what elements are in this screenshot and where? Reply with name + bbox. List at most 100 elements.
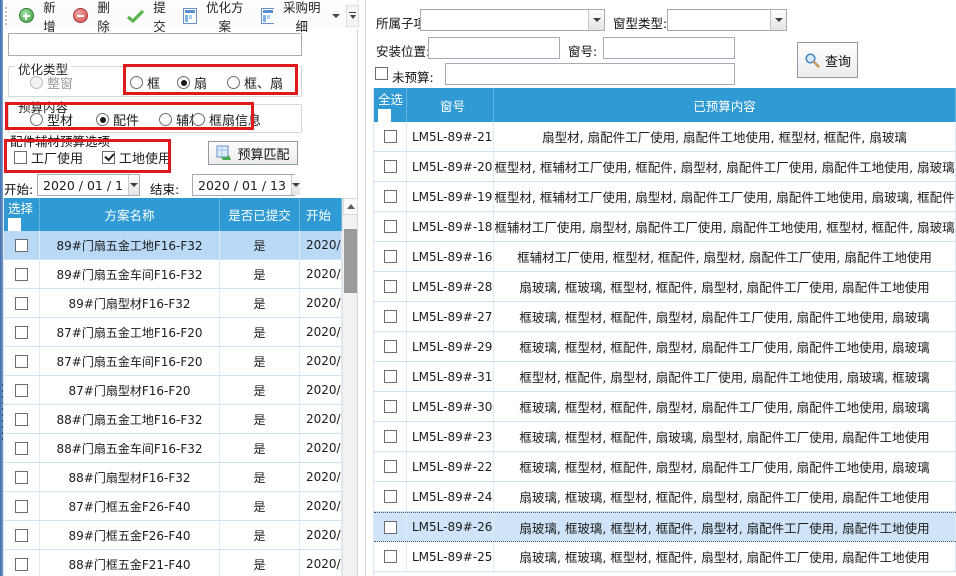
- window-table-row[interactable]: LM5L-89#-21F19 扇型材, 扇配件工厂使用, 扇配件工地使用, 框型…: [374, 122, 956, 152]
- window-no-column-header[interactable]: 窗号: [407, 88, 494, 122]
- start-column-header[interactable]: 开始: [300, 198, 342, 231]
- row-checkbox[interactable]: [15, 529, 28, 542]
- plan-table-row[interactable]: 87#门扇五金工地F16-F20 是 2020/0: [4, 318, 342, 347]
- end-date-dropdown-button[interactable]: [291, 175, 300, 195]
- delete-button[interactable]: 删除: [67, 0, 121, 38]
- not-budgeted-checkbox[interactable]: [375, 67, 388, 80]
- optimize-plan-button[interactable]: 优化方案: [177, 0, 254, 38]
- add-button[interactable]: 新增: [13, 0, 67, 38]
- plan-table-row[interactable]: 87#门扇五金车间F16-F20 是 2020/0: [4, 347, 342, 376]
- window-type-combobox[interactable]: [667, 9, 787, 31]
- plan-table-row[interactable]: 88#门扇五金工地F16-F32 是 2020/0: [4, 405, 342, 434]
- plan-table-row[interactable]: 87#门框五金F26-F40 是 2020/0: [4, 492, 342, 521]
- plan-name-cell: 88#门扇五金工地F16-F32: [40, 405, 220, 433]
- window-table-row[interactable]: LM5L-89#-23F21 框玻璃, 框型材, 框配件, 扇玻璃, 扇型材, …: [374, 422, 956, 452]
- row-checkbox[interactable]: [384, 370, 397, 383]
- row-checkbox[interactable]: [384, 250, 397, 263]
- start-date-dropdown-button[interactable]: [128, 175, 139, 195]
- window-table-row[interactable]: LM5L-89#-27F25 框玻璃, 框型材, 框配件, 扇型材, 扇配件工厂…: [374, 302, 956, 332]
- row-checkbox[interactable]: [384, 550, 397, 563]
- row-checkbox[interactable]: [15, 326, 28, 339]
- budgeted-content-cell: 框型材, 框辅材工厂使用, 框配件, 扇型材, 扇配件工厂使用, 扇配件工地使用…: [494, 152, 956, 181]
- checkbox-factory-use[interactable]: 工厂使用: [14, 148, 83, 167]
- radio-frame-sash-info[interactable]: 框扇信息: [192, 110, 261, 129]
- plan-table-row[interactable]: 88#门框五金F21-F40 是 2020/0: [4, 550, 342, 576]
- plan-table-row[interactable]: 89#门扇五金工地F16-F32 是 2020/0: [4, 231, 342, 260]
- row-checkbox[interactable]: [384, 400, 397, 413]
- window-table-row[interactable]: LM5L-89#-28F26 扇玻璃, 框玻璃, 框型材, 框配件, 扇型材, …: [374, 272, 956, 302]
- purchase-detail-button[interactable]: 采购明细: [255, 0, 347, 38]
- select-all-checkbox[interactable]: [378, 109, 391, 122]
- start-date-label: 开始:: [4, 179, 33, 198]
- row-checkbox[interactable]: [15, 268, 28, 281]
- start-date-picker[interactable]: 2020 / 01 / 1: [37, 174, 140, 196]
- submitted-column-header[interactable]: 是否已提交: [220, 198, 300, 231]
- install-position-input[interactable]: [428, 37, 560, 59]
- plan-table-row[interactable]: 89#门扇五金车间F16-F32 是 2020/0: [4, 260, 342, 289]
- row-checkbox[interactable]: [15, 558, 28, 571]
- radio-whole-window[interactable]: 整窗: [30, 73, 73, 92]
- submit-button[interactable]: 提交: [121, 0, 177, 38]
- plan-table-row[interactable]: 88#门扇五金车间F16-F32 是 2020/0: [4, 434, 342, 463]
- row-checkbox[interactable]: [384, 430, 397, 443]
- window-table-row[interactable]: LM5L-89#-22F20 框玻璃, 框型材, 框配件, 扇型材, 扇配件工厂…: [374, 452, 956, 482]
- toolbar-overflow-button[interactable]: [346, 5, 359, 27]
- row-checkbox[interactable]: [384, 160, 397, 173]
- radio-frame[interactable]: 框: [130, 73, 160, 92]
- plan-table-row[interactable]: 88#门扇型材F16-F32 是 2020/0: [4, 463, 342, 492]
- window-table-row[interactable]: LM5L-89#-18F16 框辅材工厂使用, 扇型材, 扇配件工厂使用, 扇配…: [374, 212, 956, 242]
- window-no-input[interactable]: [603, 37, 735, 59]
- row-checkbox[interactable]: [384, 130, 397, 143]
- plan-table-scrollbar[interactable]: [342, 198, 357, 576]
- window-table-row[interactable]: LM5L-89#-24F22 扇玻璃, 框玻璃, 框型材, 框配件, 扇型材, …: [374, 482, 956, 512]
- window-table-row[interactable]: LM5L-89#-19F17 框型材, 框辅材工厂使用, 扇型材, 扇配件工厂使…: [374, 182, 956, 212]
- plan-table-row[interactable]: 87#门扇型材F16-F20 是 2020/0: [4, 376, 342, 405]
- radio-profile[interactable]: 型材: [30, 110, 73, 129]
- plan-name-column-header[interactable]: 方案名称: [40, 198, 220, 231]
- row-checkbox[interactable]: [15, 413, 28, 426]
- window-table-row[interactable]: LM5L-89#-26F24 扇玻璃, 框玻璃, 框型材, 框配件, 扇型材, …: [374, 512, 956, 542]
- window-table-row[interactable]: LM5L-89#-31F29 框型材, 框配件, 扇型材, 扇配件工厂使用, 扇…: [374, 362, 956, 392]
- window-table-row[interactable]: LM5L-89#-20F18 框型材, 框辅材工厂使用, 框配件, 扇型材, 扇…: [374, 152, 956, 182]
- row-checkbox[interactable]: [15, 442, 28, 455]
- row-checkbox[interactable]: [15, 471, 28, 484]
- end-date-picker[interactable]: 2020 / 01 / 13: [192, 174, 295, 196]
- window-table-row[interactable]: LM5L-89#-30F28 框玻璃, 框型材, 框配件, 扇型材, 扇配件工厂…: [374, 392, 956, 422]
- window-table-row[interactable]: LM5L-89#-29F27 框玻璃, 框型材, 框配件, 扇型材, 扇配件工厂…: [374, 332, 956, 362]
- row-checkbox[interactable]: [15, 384, 28, 397]
- row-checkbox[interactable]: [384, 460, 397, 473]
- row-checkbox[interactable]: [384, 521, 397, 534]
- row-checkbox[interactable]: [15, 500, 28, 513]
- select-all-checkbox[interactable]: [8, 218, 21, 231]
- row-checkbox[interactable]: [384, 490, 397, 503]
- checkbox-site-use[interactable]: 工地使用: [102, 148, 171, 167]
- budget-match-button[interactable]: 预算匹配: [208, 141, 298, 165]
- row-checkbox[interactable]: [15, 355, 28, 368]
- window-type-dropdown-button[interactable]: [770, 10, 786, 30]
- query-button[interactable]: 查询: [797, 42, 858, 78]
- row-checkbox[interactable]: [15, 297, 28, 310]
- plan-table-row[interactable]: 89#门扇型材F16-F32 是 2020/0: [4, 289, 342, 318]
- window-table-row[interactable]: LM5L-89#-16F15 框辅材工厂使用, 框型材, 框配件, 扇型材, 扇…: [374, 242, 956, 272]
- scroll-up-button[interactable]: [343, 198, 358, 215]
- window-table-row[interactable]: LM5L-89#-25F23 扇玻璃, 框玻璃, 框型材, 框配件, 扇型材, …: [374, 542, 956, 572]
- start-date-cell: 2020/0: [300, 434, 342, 462]
- budgeted-content-column-header[interactable]: 已预算内容: [494, 88, 956, 122]
- overflow-bar-icon: [349, 12, 356, 13]
- row-checkbox[interactable]: [384, 340, 397, 353]
- plan-table-row[interactable]: 89#门框五金F26-F40 是 2020/0: [4, 521, 342, 550]
- not-budgeted-input[interactable]: [445, 63, 735, 85]
- window-type-label: 窗型类型:: [613, 13, 667, 32]
- row-checkbox[interactable]: [15, 239, 28, 252]
- sub-item-dropdown-button[interactable]: [588, 10, 604, 30]
- row-checkbox[interactable]: [384, 280, 397, 293]
- row-checkbox[interactable]: [384, 310, 397, 323]
- scrollbar-thumb[interactable]: [344, 229, 357, 293]
- row-checkbox[interactable]: [384, 220, 397, 233]
- row-checkbox[interactable]: [384, 190, 397, 203]
- sub-item-combobox[interactable]: [420, 9, 605, 31]
- radio-accessory[interactable]: 配件: [96, 110, 139, 129]
- radio-sash[interactable]: 扇: [177, 73, 207, 92]
- plan-filter-input[interactable]: [8, 33, 302, 56]
- radio-frame-sash[interactable]: 框、扇: [227, 73, 283, 92]
